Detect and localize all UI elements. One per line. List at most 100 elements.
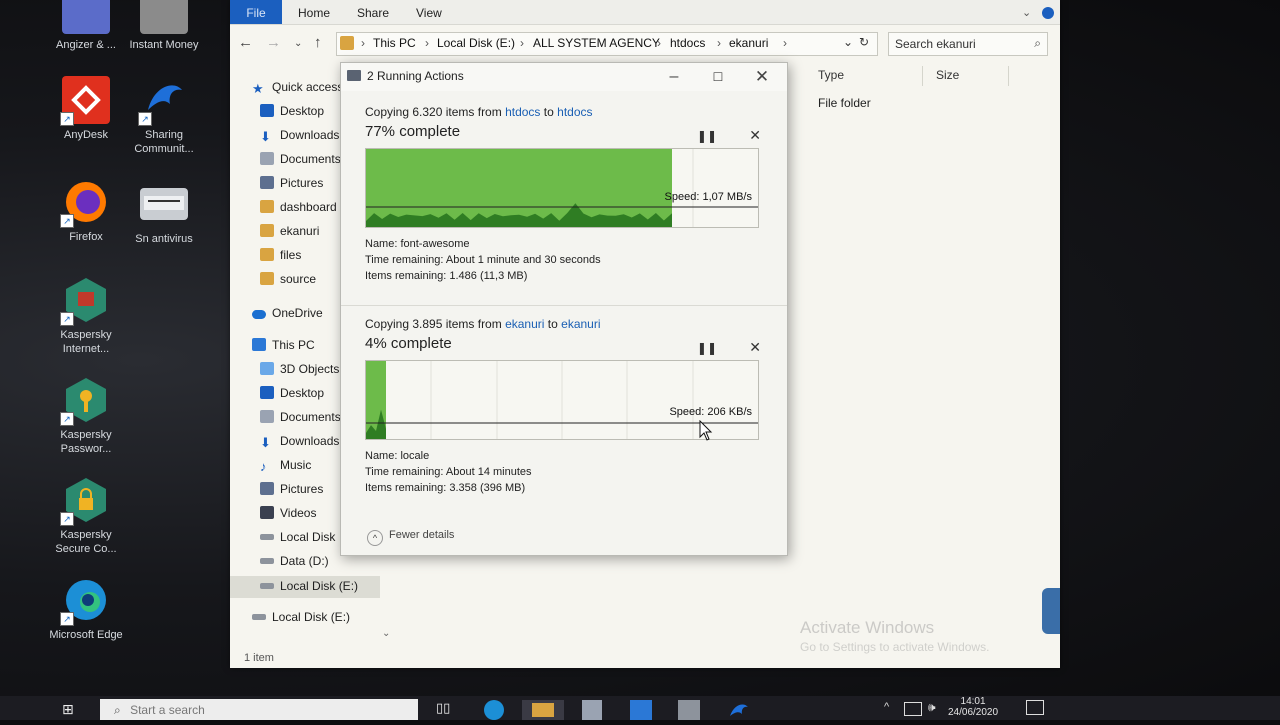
desktop-icon-kaspersky-secure[interactable]: ↗ Kaspersky Secure Co... bbox=[46, 476, 126, 556]
scroll-down-icon[interactable]: ⌄ bbox=[382, 628, 390, 639]
ribbon: File Home Share View ⌄ bbox=[230, 0, 1060, 25]
nav-downloads[interactable]: ⬇ Downloads bbox=[260, 128, 339, 148]
address-dropdown-icon[interactable]: ⌄ bbox=[843, 35, 853, 49]
nav-label: Videos bbox=[280, 506, 317, 520]
source-folder-link[interactable]: ekanuri bbox=[505, 317, 544, 331]
desktop-icon-firefox[interactable]: ↗ Firefox bbox=[46, 178, 126, 244]
pause-icon[interactable]: ❚❚ bbox=[697, 129, 717, 143]
store-icon[interactable] bbox=[582, 700, 602, 720]
column-size[interactable]: Size bbox=[936, 68, 959, 82]
nav-source[interactable]: source bbox=[260, 272, 316, 292]
desktop-icon-anydesk[interactable]: ↗ AnyDesk bbox=[46, 76, 126, 142]
folder-icon bbox=[532, 703, 554, 717]
nav-local-disk-e-2[interactable]: Local Disk (E:) bbox=[252, 610, 350, 630]
breadcrumb-agency[interactable]: ALL SYSTEM AGENCY bbox=[533, 36, 660, 50]
back-arrow-icon[interactable]: ← bbox=[238, 34, 253, 51]
side-handle[interactable] bbox=[1042, 588, 1060, 634]
forward-arrow-icon[interactable]: → bbox=[266, 34, 281, 51]
edge-taskbar-icon[interactable] bbox=[484, 700, 504, 720]
nav-label: Local Disk bbox=[280, 530, 336, 544]
computer-taskbar-icon[interactable] bbox=[678, 700, 700, 720]
destination-folder-link[interactable]: htdocs bbox=[557, 105, 592, 119]
column-type[interactable]: Type bbox=[818, 68, 844, 82]
breadcrumb-separator: › bbox=[783, 36, 787, 50]
nav-3d-objects[interactable]: 3D Objects bbox=[260, 362, 339, 382]
shortcut-arrow-icon: ↗ bbox=[60, 312, 74, 326]
chevron-up-icon: ^ bbox=[367, 530, 383, 546]
nav-files[interactable]: files bbox=[260, 248, 301, 268]
nav-label: Pictures bbox=[280, 482, 324, 496]
maximize-icon[interactable]: ☐ bbox=[703, 66, 733, 88]
breadcrumb-separator: › bbox=[520, 36, 524, 50]
help-icon[interactable] bbox=[1042, 7, 1054, 19]
shortcut-arrow-icon: ↗ bbox=[60, 214, 74, 228]
search-input[interactable]: Search ekanuri ⌕ bbox=[888, 32, 1048, 56]
desktop-icon-2[interactable]: Instant Money bbox=[124, 0, 204, 52]
nav-data-d[interactable]: Data (D:) bbox=[260, 554, 329, 574]
firefox-icon: ↗ bbox=[60, 178, 110, 228]
nav-videos[interactable]: Videos bbox=[260, 506, 316, 526]
pause-icon[interactable]: ❚❚ bbox=[697, 341, 717, 355]
nav-desktop[interactable]: Desktop bbox=[260, 104, 324, 124]
shortcut-arrow-icon: ↗ bbox=[138, 112, 152, 126]
cancel-icon[interactable]: ✕ bbox=[749, 127, 761, 144]
desktop-icon-sharing[interactable]: ↗ Sharing Communit... bbox=[124, 76, 204, 156]
address-bar[interactable]: › This PC › Local Disk (E:) › ALL SYSTEM… bbox=[336, 32, 878, 56]
source-folder-link[interactable]: htdocs bbox=[505, 105, 540, 119]
desktop-icon-kaspersky-password[interactable]: ↗ Kaspersky Passwor... bbox=[46, 376, 126, 456]
nav-quick-access[interactable]: ★ Quick access bbox=[252, 80, 343, 100]
nav-local-disk-e-selected[interactable]: Local Disk (E:) bbox=[230, 576, 380, 598]
shortcut-arrow-icon: ↗ bbox=[60, 112, 74, 126]
nav-pc-desktop[interactable]: Desktop bbox=[260, 386, 324, 406]
desktop-icon-1[interactable]: Angizer & ... bbox=[46, 0, 126, 52]
scanner-icon bbox=[140, 188, 188, 220]
nav-music[interactable]: ♪ Music bbox=[260, 458, 311, 478]
breadcrumb-local-disk[interactable]: Local Disk (E:) bbox=[437, 36, 515, 50]
nav-dashboard[interactable]: dashboard bbox=[260, 200, 337, 220]
nav-this-pc[interactable]: This PC bbox=[252, 338, 315, 358]
minimize-icon[interactable]: – bbox=[659, 66, 689, 88]
desktop-icon-label: Firefox bbox=[69, 231, 103, 243]
nav-pictures[interactable]: Pictures bbox=[260, 176, 323, 196]
nav-onedrive[interactable]: OneDrive bbox=[252, 306, 323, 326]
nav-pc-pictures[interactable]: Pictures bbox=[260, 482, 323, 502]
ribbon-expand-icon[interactable]: ⌄ bbox=[1022, 6, 1031, 19]
tab-home[interactable]: Home bbox=[298, 6, 330, 20]
app-taskbar-icon[interactable] bbox=[630, 700, 652, 720]
nav-pc-downloads[interactable]: ⬇ Downloads bbox=[260, 434, 339, 454]
recent-locations-icon[interactable]: ⌄ bbox=[294, 38, 302, 49]
start-windows-icon[interactable]: ⊞ bbox=[62, 701, 80, 719]
cancel-icon[interactable]: ✕ bbox=[749, 339, 761, 356]
volume-icon[interactable]: 🕪 bbox=[928, 700, 936, 715]
destination-folder-link[interactable]: ekanuri bbox=[561, 317, 600, 331]
drive-icon bbox=[252, 614, 266, 620]
breadcrumb-ekanuri[interactable]: ekanuri bbox=[729, 36, 768, 50]
dolphin-taskbar-icon[interactable] bbox=[728, 700, 750, 720]
up-arrow-icon[interactable]: ↑ bbox=[314, 34, 322, 51]
nav-pc-documents[interactable]: Documents bbox=[260, 410, 341, 430]
taskbar-clock[interactable]: 14:01 24/06/2020 bbox=[948, 696, 998, 718]
refresh-icon[interactable]: ↻ bbox=[859, 35, 869, 49]
fewer-details-toggle[interactable]: ^ Fewer details bbox=[367, 529, 454, 546]
breadcrumb-this-pc[interactable]: This PC bbox=[373, 36, 416, 50]
tab-file[interactable]: File bbox=[230, 0, 282, 24]
network-icon[interactable] bbox=[904, 702, 922, 716]
task-view-icon[interactable]: ▯▯ bbox=[436, 700, 460, 720]
desktop-icon-edge[interactable]: ↗ Microsoft Edge bbox=[46, 576, 126, 642]
desktop-icon-kaspersky-internet[interactable]: ↗ Kaspersky Internet... bbox=[46, 276, 126, 356]
notifications-icon[interactable] bbox=[1026, 700, 1044, 715]
dialog-title: 2 Running Actions bbox=[367, 69, 464, 83]
nav-local-disk[interactable]: Local Disk bbox=[260, 530, 335, 550]
tab-share[interactable]: Share bbox=[357, 6, 389, 20]
nav-ekanuri[interactable]: ekanuri bbox=[260, 224, 319, 244]
tab-view[interactable]: View bbox=[416, 6, 442, 20]
computer-icon bbox=[252, 338, 266, 351]
close-icon[interactable]: ✕ bbox=[747, 66, 777, 88]
desktop-icon-antivirus[interactable]: Sn antivirus bbox=[124, 184, 204, 246]
explorer-taskbar-icon-active[interactable] bbox=[522, 700, 564, 720]
nav-documents[interactable]: Documents bbox=[260, 152, 341, 172]
taskbar-search-box[interactable]: ⌕ Start a search bbox=[100, 699, 418, 720]
breadcrumb-htdocs[interactable]: htdocs bbox=[670, 36, 705, 50]
copy-icon bbox=[347, 70, 361, 81]
show-hidden-icons-icon[interactable]: ^ bbox=[884, 701, 889, 713]
